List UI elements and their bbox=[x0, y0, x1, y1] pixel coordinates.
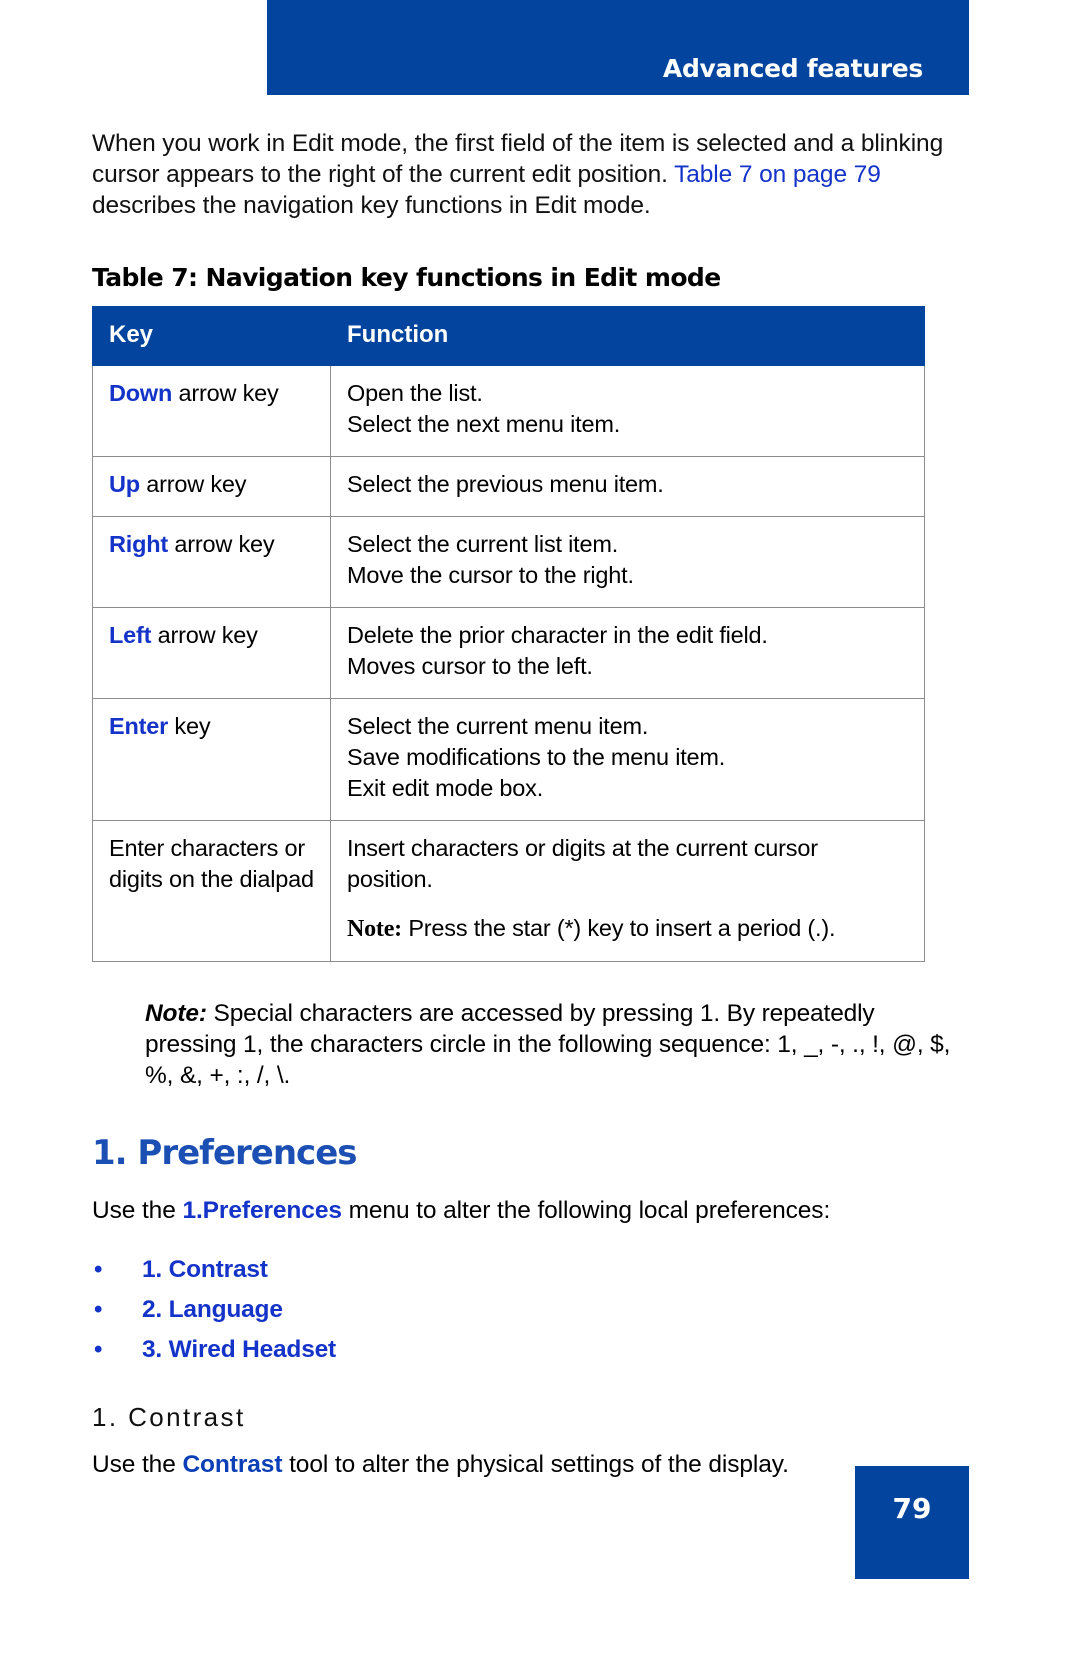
special-characters-note: Note: Special characters are accessed by… bbox=[145, 998, 955, 1091]
header-banner: Advanced features bbox=[267, 0, 969, 95]
preferences-lead-paragraph: Use the 1.Preferences menu to alter the … bbox=[92, 1195, 952, 1226]
cell-key: Right arrow key bbox=[92, 516, 331, 608]
function-line: Delete the prior character in the edit f… bbox=[347, 622, 768, 648]
function-line: Moves cursor to the left. bbox=[347, 653, 593, 679]
cell-function: Select the current list item. Move the c… bbox=[330, 516, 925, 608]
list-item-label: 3. Wired Headset bbox=[142, 1336, 337, 1363]
column-header-key: Key bbox=[92, 306, 331, 366]
lead-text-part1: Use the bbox=[92, 1197, 183, 1224]
column-header-function: Function bbox=[330, 306, 925, 366]
key-suffix: arrow key bbox=[168, 531, 275, 557]
function-line: Select the next menu item. bbox=[347, 411, 621, 437]
list-item[interactable]: • 1. Contrast bbox=[92, 1256, 952, 1284]
page-number: 79 bbox=[892, 1492, 932, 1525]
table-row: Right arrow key Select the current list … bbox=[92, 516, 925, 608]
table-row: Left arrow key Delete the prior characte… bbox=[92, 607, 925, 699]
intro-paragraph: When you work in Edit mode, the first fi… bbox=[92, 128, 952, 221]
list-item-label: 2. Language bbox=[142, 1296, 283, 1323]
list-item[interactable]: • 2. Language bbox=[92, 1296, 952, 1324]
table-cross-reference-link[interactable]: Table 7 on page 79 bbox=[674, 161, 881, 188]
cell-key: Left arrow key bbox=[92, 607, 331, 699]
cell-function: Delete the prior character in the edit f… bbox=[330, 607, 925, 699]
contrast-paragraph: Use the Contrast tool to alter the physi… bbox=[92, 1449, 952, 1480]
function-line: Select the current list item. bbox=[347, 531, 619, 557]
cell-function: Insert characters or digits at the curre… bbox=[330, 820, 925, 962]
function-line: Open the list. bbox=[347, 380, 483, 406]
preferences-list: • 1. Contrast • 2. Language • 3. Wired H… bbox=[92, 1256, 952, 1364]
cell-function: Select the current menu item. Save modif… bbox=[330, 698, 925, 821]
key-suffix: arrow key bbox=[172, 380, 279, 406]
section-heading-preferences: 1. Preferences bbox=[92, 1133, 358, 1173]
function-line: Move the cursor to the right. bbox=[347, 562, 634, 588]
cell-function: Select the previous menu item. bbox=[330, 456, 925, 517]
table-caption: Table 7: Navigation key functions in Edi… bbox=[92, 263, 721, 292]
cell-note: Note: Press the star (*) key to insert a… bbox=[347, 913, 908, 945]
contrast-text-part2: tool to alter the physical settings of t… bbox=[282, 1451, 789, 1478]
table-header-row: Key Function bbox=[92, 306, 925, 366]
key-name: Down bbox=[109, 380, 173, 406]
table-row: Up arrow key Select the previous menu it… bbox=[92, 456, 925, 517]
function-line: Exit edit mode box. bbox=[347, 775, 544, 801]
note-label: Note: bbox=[145, 1000, 207, 1027]
list-item-label: 1. Contrast bbox=[142, 1256, 268, 1283]
key-suffix: key bbox=[168, 713, 211, 739]
table-row: Enter characters or digits on the dialpa… bbox=[92, 820, 925, 962]
table-row: Down arrow key Open the list. Select the… bbox=[92, 365, 925, 457]
cell-function: Open the list. Select the next menu item… bbox=[330, 365, 925, 457]
key-name: Left bbox=[109, 622, 152, 648]
intro-text-part2: describes the navigation key functions i… bbox=[92, 192, 651, 219]
note-text: Special characters are accessed by press… bbox=[145, 1000, 951, 1089]
note-text: Press the star (*) key to insert a perio… bbox=[401, 915, 836, 941]
navigation-key-table: Key Function Down arrow key Open the lis… bbox=[92, 306, 925, 962]
key-suffix: Enter characters or digits on the dialpa… bbox=[109, 835, 314, 892]
document-content: When you work in Edit mode, the first fi… bbox=[92, 128, 952, 1480]
key-name: Up bbox=[109, 471, 140, 497]
page-title: Advanced features bbox=[662, 54, 923, 83]
cell-key: Enter key bbox=[92, 698, 331, 821]
bullet-icon: • bbox=[94, 1296, 103, 1323]
bullet-icon: • bbox=[94, 1256, 103, 1283]
table-row: Enter key Select the current menu item. … bbox=[92, 698, 925, 821]
cell-key: Down arrow key bbox=[92, 365, 331, 457]
function-line: Save modifications to the menu item. bbox=[347, 744, 726, 770]
key-name: Enter bbox=[109, 713, 169, 739]
contrast-tool-link[interactable]: Contrast bbox=[182, 1451, 282, 1478]
cell-key: Enter characters or digits on the dialpa… bbox=[92, 820, 331, 962]
key-suffix: arrow key bbox=[151, 622, 258, 648]
function-line: Select the current menu item. bbox=[347, 713, 649, 739]
page-number-box: 79 bbox=[855, 1466, 969, 1579]
subsection-heading-contrast: 1. Contrast bbox=[92, 1402, 246, 1432]
note-label: Note: bbox=[347, 916, 402, 942]
list-item[interactable]: • 3. Wired Headset bbox=[92, 1336, 952, 1364]
key-name: Right bbox=[109, 531, 169, 557]
preferences-menu-link[interactable]: 1.Preferences bbox=[182, 1197, 342, 1224]
key-suffix: arrow key bbox=[139, 471, 247, 497]
cell-key: Up arrow key bbox=[92, 456, 331, 517]
bullet-icon: • bbox=[94, 1336, 103, 1363]
contrast-text-part1: Use the bbox=[92, 1451, 183, 1478]
lead-text-part2: menu to alter the following local prefer… bbox=[341, 1197, 831, 1224]
function-line: Insert characters or digits at the curre… bbox=[347, 835, 818, 892]
function-line: Select the previous menu item. bbox=[347, 471, 664, 497]
